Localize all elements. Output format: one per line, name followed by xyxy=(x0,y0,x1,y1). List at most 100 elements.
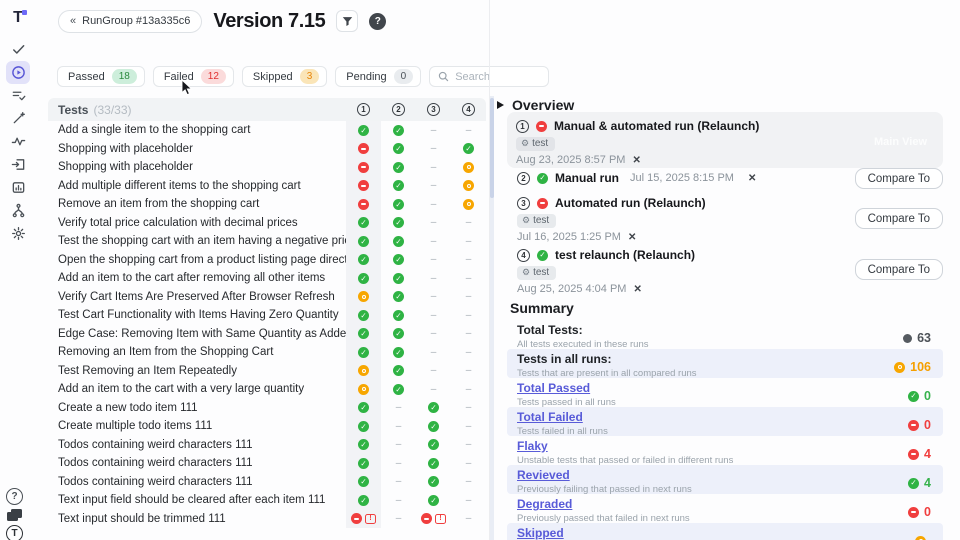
table-row[interactable]: Test the shopping cart with an item havi… xyxy=(48,232,486,251)
status-none-dash: – xyxy=(466,310,472,321)
filter-chip-pending[interactable]: Pending0 xyxy=(335,66,421,87)
app-logo-icon[interactable]: T xyxy=(9,9,27,27)
magic-wand-icon[interactable] xyxy=(6,107,30,130)
back-button[interactable]: « RunGroup #13a335c6 xyxy=(58,10,202,33)
status-cell: ✓ xyxy=(416,436,451,455)
run-tag-label: test xyxy=(533,215,549,226)
status-pass-icon: ✓ xyxy=(428,458,439,469)
import-box-icon[interactable] xyxy=(6,153,30,176)
remove-run-icon[interactable]: ✕ xyxy=(632,155,640,166)
help-icon[interactable]: ? xyxy=(369,13,386,30)
compare-to-button[interactable]: Compare To xyxy=(855,168,943,189)
status-cell: ✓ xyxy=(381,325,416,344)
table-row[interactable]: Todos containing weird characters 111✓–✓… xyxy=(48,473,486,492)
compare-to-button[interactable]: Compare To xyxy=(855,208,943,229)
status-none-dash: – xyxy=(396,513,402,524)
status-cell: – xyxy=(416,251,451,270)
table-row[interactable]: Text input should be trimmed 111!–!– xyxy=(48,510,486,529)
run-item-card[interactable]: 1Manual & automated run (Relaunch)⚙testA… xyxy=(507,112,943,168)
status-cell: – xyxy=(416,362,451,381)
branch-icon[interactable] xyxy=(6,199,30,222)
table-row[interactable]: Add multiple different items to the shop… xyxy=(48,177,486,196)
remove-run-icon[interactable]: ✕ xyxy=(628,232,636,243)
column-header-1[interactable]: 1 xyxy=(346,103,381,116)
comment-bubble-icon[interactable]: ! xyxy=(435,514,446,524)
media-chart-icon[interactable] xyxy=(6,176,30,199)
table-row[interactable]: Test Cart Functionality with Items Havin… xyxy=(48,306,486,325)
table-row[interactable]: Verify Cart Items Are Preserved After Br… xyxy=(48,288,486,307)
table-row[interactable]: Add an item to the cart after removing a… xyxy=(48,269,486,288)
summary-value: 0 xyxy=(908,497,931,523)
table-row[interactable]: Create a new todo item 111✓–✓– xyxy=(48,399,486,418)
compare-to-button[interactable]: Compare To xyxy=(855,259,943,280)
run-item[interactable]: 2✓Manual runJul 15, 2025 8:15 PM✕ xyxy=(517,171,756,185)
summary-count: 4 xyxy=(924,447,931,461)
run-number-badge: 2 xyxy=(517,172,530,185)
summary-label[interactable]: Total Failed xyxy=(517,410,608,424)
remove-run-icon[interactable]: ✕ xyxy=(748,173,756,184)
column-header-3[interactable]: 3 xyxy=(416,103,451,116)
status-cell: – xyxy=(451,343,486,362)
runs-play-icon[interactable] xyxy=(6,61,30,84)
help-circle-icon[interactable]: ? xyxy=(6,488,23,505)
filter-funnel-icon[interactable] xyxy=(336,10,358,32)
tests-table: Tests (33/33) 1234 Add a single item to … xyxy=(48,98,486,528)
status-none-dash: – xyxy=(466,254,472,265)
table-row[interactable]: Todos containing weird characters 111✓–✓… xyxy=(48,436,486,455)
summary-label[interactable]: Flaky xyxy=(517,439,733,453)
summary-row: FlakyUnstable tests that passed or faile… xyxy=(507,436,943,465)
status-none-dash: – xyxy=(466,421,472,432)
status-cell: – xyxy=(416,177,451,196)
run-number-badge: 1 xyxy=(357,103,370,116)
summary-label[interactable]: Skipped xyxy=(517,526,564,540)
filter-chip-skipped[interactable]: Skipped3 xyxy=(242,66,327,87)
filter-chip-label: Skipped xyxy=(253,71,293,83)
summary-row: RevievedPreviously failing that passed i… xyxy=(507,465,943,494)
table-row[interactable]: Edge Case: Removing Item with Same Quant… xyxy=(48,325,486,344)
table-row[interactable]: Remove an item from the shopping cart✓– xyxy=(48,195,486,214)
status-cell: – xyxy=(416,232,451,251)
filter-chip-passed[interactable]: Passed18 xyxy=(57,66,145,87)
status-none-dash: – xyxy=(431,347,437,358)
status-cell: – xyxy=(381,510,416,529)
remove-run-icon[interactable]: ✕ xyxy=(633,284,641,295)
profile-avatar[interactable]: T xyxy=(6,525,23,540)
docs-books-icon[interactable] xyxy=(7,509,22,521)
column-header-4[interactable]: 4 xyxy=(451,103,486,116)
table-row[interactable]: Shopping with placeholder✓–✓ xyxy=(48,140,486,159)
settings-gear-icon[interactable] xyxy=(6,222,30,245)
filter-chip-count: 12 xyxy=(201,69,226,84)
check-icon[interactable] xyxy=(6,38,30,61)
table-row[interactable]: Verify total price calculation with deci… xyxy=(48,214,486,233)
status-cell: ✓ xyxy=(381,121,416,140)
column-header-2[interactable]: 2 xyxy=(381,103,416,116)
comment-bubble-icon[interactable]: ! xyxy=(365,514,376,524)
status-none-dash: – xyxy=(431,310,437,321)
status-none-dash: – xyxy=(431,236,437,247)
summary-row-text: Skipped xyxy=(517,526,564,540)
table-row[interactable]: Removing an Item from the Shopping Cart✓… xyxy=(48,343,486,362)
status-none-dash: – xyxy=(466,439,472,450)
table-row[interactable]: Open the shopping cart from a product li… xyxy=(48,251,486,270)
table-row[interactable]: Create multiple todo items 111✓–✓– xyxy=(48,417,486,436)
table-row[interactable]: Test Removing an Item Repeatedly✓–– xyxy=(48,362,486,381)
summary-label[interactable]: Degraded xyxy=(517,497,690,511)
table-row[interactable]: Shopping with placeholder✓– xyxy=(48,158,486,177)
filter-chip-failed[interactable]: Failed12 xyxy=(153,66,234,87)
checklist-icon[interactable] xyxy=(6,84,30,107)
activity-icon[interactable] xyxy=(6,130,30,153)
summary-value: 106 xyxy=(894,352,931,378)
table-row[interactable]: Add a single item to the shopping cart✓✓… xyxy=(48,121,486,140)
summary-label[interactable]: Revieved xyxy=(517,468,692,482)
table-row[interactable]: Add an item to the cart with a very larg… xyxy=(48,380,486,399)
status-cell: – xyxy=(451,491,486,510)
table-row[interactable]: Todos containing weird characters 111✓–✓… xyxy=(48,454,486,473)
summary-label[interactable]: Total Passed xyxy=(517,381,616,395)
status-fail-icon xyxy=(358,180,369,191)
status-pass-icon: ✓ xyxy=(393,199,404,210)
sidebar-bottom: ? T xyxy=(6,488,23,540)
collapse-triangle-icon[interactable] xyxy=(497,101,504,109)
test-name: Add a single item to the shopping cart xyxy=(58,124,346,136)
status-pass-icon: ✓ xyxy=(358,328,369,339)
table-row[interactable]: Text input field should be cleared after… xyxy=(48,491,486,510)
